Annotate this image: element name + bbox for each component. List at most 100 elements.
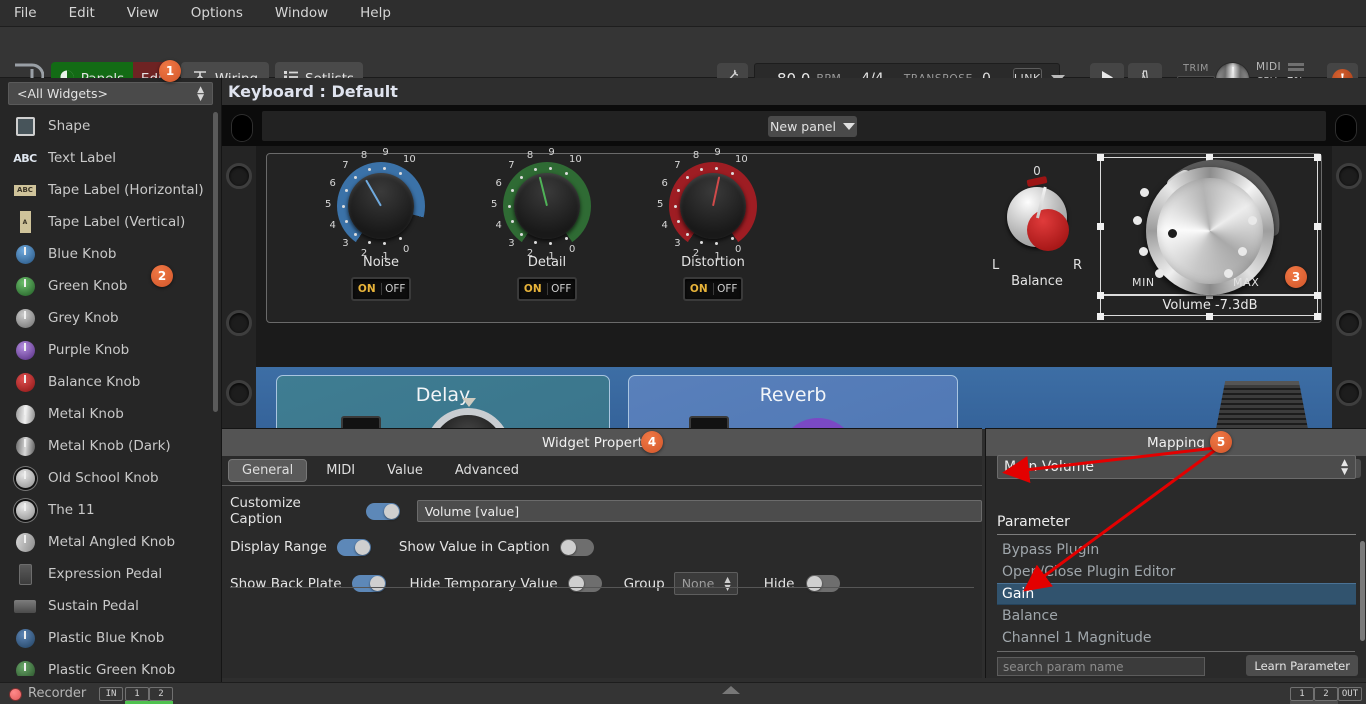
collapse-panel-arrow-icon[interactable] [722, 686, 740, 694]
rack-port-mid-left[interactable] [226, 310, 252, 336]
palette-item-metal-knob[interactable]: Metal Knob [0, 398, 222, 430]
palette-item-tape-label-horizontal[interactable]: ABC Tape Label (Horizontal) [0, 174, 222, 206]
expression-pedal-icon [14, 563, 36, 585]
output-channel-2[interactable]: 2 [1314, 687, 1338, 701]
palette-item-text-label[interactable]: ABC Text Label [0, 142, 222, 174]
hide-temporary-value-toggle[interactable] [567, 575, 602, 592]
the-11-icon [14, 499, 36, 521]
menu-item-view[interactable]: View [111, 0, 175, 27]
tab-value[interactable]: Value [374, 459, 436, 482]
detail-onoff-switch[interactable]: ON OFF [517, 277, 577, 301]
learn-parameter-button[interactable]: Learn Parameter [1246, 655, 1358, 676]
rack-port-top-right[interactable] [1336, 163, 1362, 189]
palette-item-plastic-green-knob[interactable]: Plastic Green Knob [0, 654, 222, 676]
noise-switch-off-label: OFF [380, 283, 410, 295]
widget-knob-volume[interactable]: MIN MAX Volume -7.3dB [1097, 154, 1321, 322]
widget-panel-surface[interactable]: 0 1 2 3 4 5 6 7 8 9 10 Noise ON OFF 0 1 2 3 4 5 6 7 8 9 10 [266, 147, 1322, 323]
palette-item-metal-angled-knob[interactable]: Metal Angled Knob [0, 526, 222, 558]
knob-tick-dot [533, 240, 537, 244]
output-channel-1[interactable]: 1 [1290, 687, 1314, 701]
detail-knob-pointer [538, 176, 548, 207]
display-range-toggle[interactable] [336, 538, 371, 556]
palette-item-shape[interactable]: Shape [0, 110, 222, 142]
input-label[interactable]: IN [99, 687, 123, 701]
resize-handle-cap-bl[interactable] [1097, 313, 1104, 320]
recorder-label[interactable]: Recorder [28, 686, 86, 701]
customize-caption-toggle[interactable] [365, 502, 400, 520]
effects-panel[interactable]: Delay ON Reverb ON [256, 367, 1332, 496]
palette-item-metal-knob-dark[interactable]: Metal Knob (Dark) [0, 430, 222, 462]
noise-knob-body [348, 173, 414, 239]
rack-port-bottom-right[interactable] [1336, 380, 1362, 406]
search-param-input[interactable]: search param name [997, 657, 1205, 676]
output-label[interactable]: OUT [1338, 687, 1362, 701]
show-value-in-caption-label: Show Value in Caption [398, 539, 550, 555]
palette-item-tape-label-vertical[interactable]: A Tape Label (Vertical) [0, 206, 222, 238]
menu-item-options[interactable]: Options [175, 0, 259, 27]
palette-item-sustain-pedal[interactable]: Sustain Pedal [0, 590, 222, 622]
noise-onoff-switch[interactable]: ON OFF [351, 277, 411, 301]
rack-port-bottom-left[interactable] [226, 380, 252, 406]
tab-midi[interactable]: MIDI [313, 459, 368, 482]
spinner-arrows-icon: ▲▼ [724, 575, 731, 592]
resize-handle-cap-br[interactable] [1314, 313, 1321, 320]
noise-knob-dial[interactable]: 0 1 2 3 4 5 6 7 8 9 10 [325, 147, 425, 262]
distortion-onoff-switch[interactable]: ON OFF [683, 277, 743, 301]
palette-item-the-11[interactable]: The 11 [0, 494, 222, 526]
parameter-item-open-close-plugin-editor[interactable]: Open/Close Plugin Editor [997, 561, 1356, 583]
show-value-in-caption-toggle[interactable] [559, 538, 594, 556]
record-icon[interactable] [9, 688, 22, 701]
resize-handle-tr[interactable] [1314, 154, 1321, 161]
palette-item-old-school-knob[interactable]: Old School Knob [0, 462, 222, 494]
expression-pedal-widget[interactable] [1216, 381, 1308, 429]
palette-item-expression-pedal[interactable]: Expression Pedal [0, 558, 222, 590]
parameter-item-balance[interactable]: Balance [997, 605, 1356, 627]
knob-tick-label: 6 [495, 177, 502, 189]
knob-tick-label: 3 [674, 237, 681, 249]
parameter-item-channel-1-magnitude[interactable]: Channel 1 Magnitude [997, 627, 1356, 649]
distortion-knob-dial[interactable]: 0 1 2 3 4 5 6 7 8 9 10 [657, 147, 757, 262]
palette-item-purple-knob[interactable]: Purple Knob [0, 334, 222, 366]
detail-knob-dial[interactable]: 0 1 2 3 4 5 6 7 8 9 10 [491, 147, 591, 262]
plugin-select[interactable]: Main Volume ▲ ▼ [997, 455, 1356, 479]
menu-item-file[interactable]: File [0, 0, 53, 27]
input-channel-2[interactable]: 2 [149, 687, 173, 701]
group-select[interactable]: None ▲▼ [673, 572, 738, 595]
menu-item-edit[interactable]: Edit [53, 0, 111, 27]
balance-knob-face [1027, 209, 1069, 251]
resize-handle-mr[interactable] [1314, 223, 1321, 230]
balance-knob-dial[interactable] [996, 175, 1078, 258]
resize-handle-ml[interactable] [1097, 223, 1104, 230]
parameter-item-bypass-plugin[interactable]: Bypass Plugin [997, 539, 1356, 561]
show-back-plate-toggle[interactable] [351, 575, 386, 592]
midi-activity-icon [1287, 63, 1304, 71]
menu-item-window[interactable]: Window [259, 0, 344, 27]
widget-knob-noise[interactable]: 0 1 2 3 4 5 6 7 8 9 10 Noise ON OFF [321, 147, 441, 301]
caption-input[interactable]: Volume [value] [416, 500, 982, 522]
rack-port-top-left[interactable] [226, 163, 252, 189]
palette-item-plastic-blue-knob[interactable]: Plastic Blue Knob [0, 622, 222, 654]
menu-item-help[interactable]: Help [344, 0, 407, 27]
hide-toggle[interactable] [806, 575, 841, 592]
widget-filter-select[interactable]: <All Widgets> ▲ ▼ [8, 82, 213, 105]
palette-item-balance-knob[interactable]: Balance Knob [0, 366, 222, 398]
palette-item-green-knob[interactable]: Green Knob [0, 270, 222, 302]
resize-handle-tl[interactable] [1097, 154, 1104, 161]
tab-advanced[interactable]: Advanced [442, 459, 532, 482]
parameter-item-gain[interactable]: Gain [997, 583, 1356, 605]
widget-list[interactable]: Shape ABC Text Label ABC Tape Label (Horizon… [0, 110, 222, 676]
parameter-list[interactable]: Bypass Plugin Open/Close Plugin Editor Gai… [997, 539, 1356, 649]
widget-knob-detail[interactable]: 0 1 2 3 4 5 6 7 8 9 10 Detail ON OFF [487, 147, 607, 301]
knob-tick-label: 2 [360, 248, 368, 260]
page-title: Keyboard : Default [222, 78, 1366, 105]
palette-item-blue-knob[interactable]: Blue Knob [0, 238, 222, 270]
widget-knob-distortion[interactable]: 0 1 2 3 4 5 6 7 8 9 10 Distortion ON OFF [653, 147, 773, 301]
rack-port-mid-right[interactable] [1336, 310, 1362, 336]
input-channel-1[interactable]: 1 [125, 687, 149, 701]
sidebar-scrollbar[interactable] [213, 112, 218, 412]
parameter-list-scrollbar[interactable] [1360, 541, 1365, 641]
widget-knob-balance[interactable]: 0 L R Balance [982, 164, 1092, 289]
palette-item-grey-knob[interactable]: Grey Knob [0, 302, 222, 334]
tab-general[interactable]: General [228, 459, 308, 482]
new-panel-button[interactable]: New panel [768, 116, 857, 137]
